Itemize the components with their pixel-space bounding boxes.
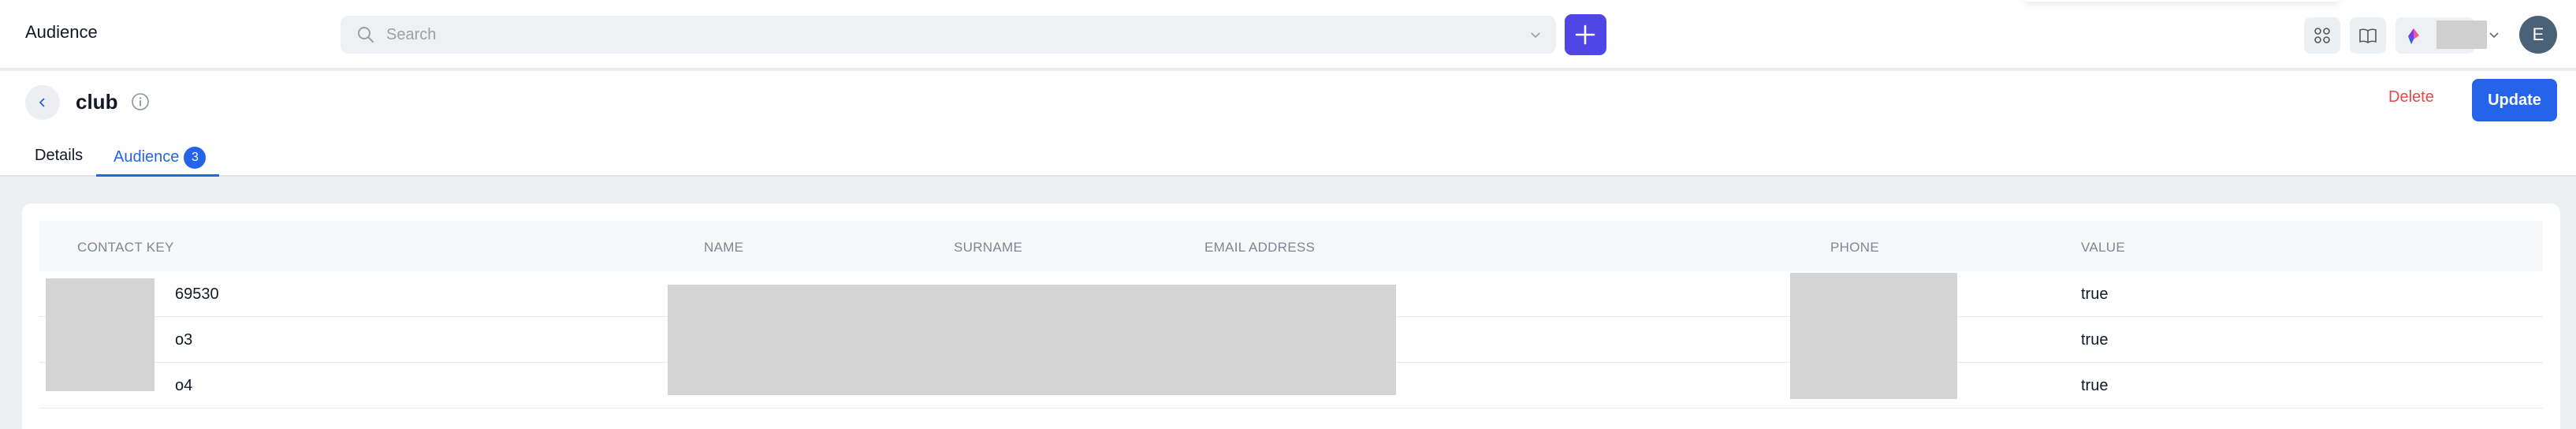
- contact-key-cell: o3: [175, 331, 193, 349]
- value-cell: true: [2081, 331, 2109, 349]
- tab-label: Details: [35, 147, 84, 164]
- column-header-phone[interactable]: PHONE: [1830, 240, 1879, 256]
- column-header-surname[interactable]: SURNAME: [954, 240, 1022, 256]
- add-button[interactable]: [1565, 14, 1606, 55]
- book-icon: [2359, 28, 2377, 43]
- column-header-value[interactable]: VALUE: [2081, 240, 2125, 256]
- back-button[interactable]: [25, 85, 60, 120]
- chevron-down-icon: [2489, 32, 2499, 39]
- column-header-email[interactable]: EMAIL ADDRESS: [1204, 240, 1315, 256]
- tab-label: Audience: [114, 148, 180, 166]
- chevron-down-icon[interactable]: [1529, 28, 1542, 41]
- column-header-contact-key[interactable]: CONTACT KEY: [77, 240, 174, 256]
- update-button[interactable]: Update: [2472, 79, 2557, 121]
- value-cell: true: [2081, 377, 2109, 394]
- search-bar[interactable]: [341, 16, 1556, 54]
- table-header: CONTACT KEY NAME SURNAME EMAIL ADDRESS P…: [39, 221, 2543, 271]
- redacted-contact-keys: [46, 278, 154, 391]
- audience-table-card: CONTACT KEY NAME SURNAME EMAIL ADDRESS P…: [22, 203, 2560, 429]
- apps-button[interactable]: [2304, 17, 2340, 54]
- page-title: club: [76, 90, 118, 114]
- app-title: Audience: [25, 22, 98, 42]
- value-cell: true: [2081, 285, 2109, 303]
- org-name-redacted: [2436, 21, 2487, 49]
- docs-button[interactable]: [2350, 17, 2386, 54]
- avatar[interactable]: E: [2519, 16, 2557, 54]
- popover-edge: [2024, 0, 2340, 2]
- tab-details[interactable]: Details: [35, 147, 83, 177]
- column-header-name[interactable]: NAME: [704, 240, 743, 256]
- page-header: club Delete Update Details Audience 3: [0, 71, 2576, 177]
- count-badge: 3: [184, 147, 207, 169]
- grid-icon: [2314, 28, 2330, 43]
- info-icon[interactable]: [131, 92, 150, 111]
- plus-icon: [1575, 24, 1595, 45]
- contact-key-cell: o4: [175, 377, 193, 394]
- chevron-left-icon: [39, 98, 45, 107]
- tab-audience[interactable]: Audience 3: [96, 147, 219, 177]
- delete-button[interactable]: Delete: [2388, 88, 2434, 106]
- search-icon: [358, 27, 374, 43]
- org-switcher[interactable]: [2395, 17, 2499, 54]
- contact-key-cell: 69530: [175, 285, 219, 303]
- redacted-phone-numbers: [1790, 273, 1957, 399]
- search-input[interactable]: [386, 16, 1474, 54]
- redacted-personal-info: [668, 285, 1396, 395]
- brand-logo: [2408, 28, 2419, 44]
- top-bar: Audience Search E: [0, 0, 2576, 69]
